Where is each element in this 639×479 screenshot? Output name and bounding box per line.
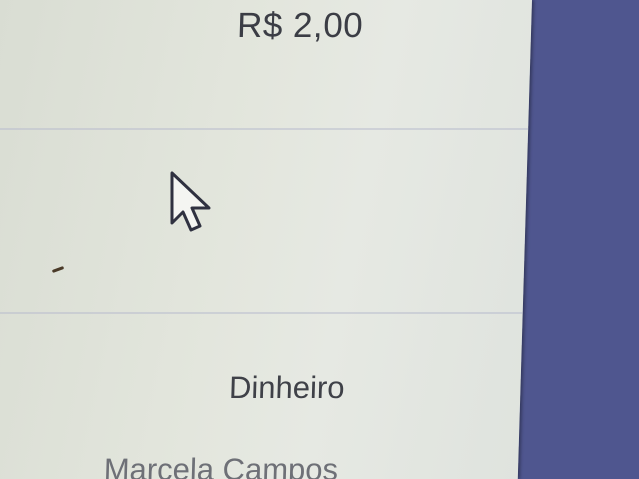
- customer-name: Marcela Campos: [103, 452, 339, 479]
- payment-method: Dinheiro: [228, 370, 346, 405]
- order-detail-panel: R$ 2,00 Dinheiro Marcela Campos: [0, 0, 532, 479]
- row-divider: [0, 312, 523, 314]
- screen-speck: [51, 266, 65, 273]
- mouse-pointer-icon: [170, 171, 211, 232]
- screen: R$ 2,00 Dinheiro Marcela Campos: [0, 0, 639, 479]
- row-divider: [0, 128, 529, 130]
- order-price: R$ 2,00: [236, 6, 364, 45]
